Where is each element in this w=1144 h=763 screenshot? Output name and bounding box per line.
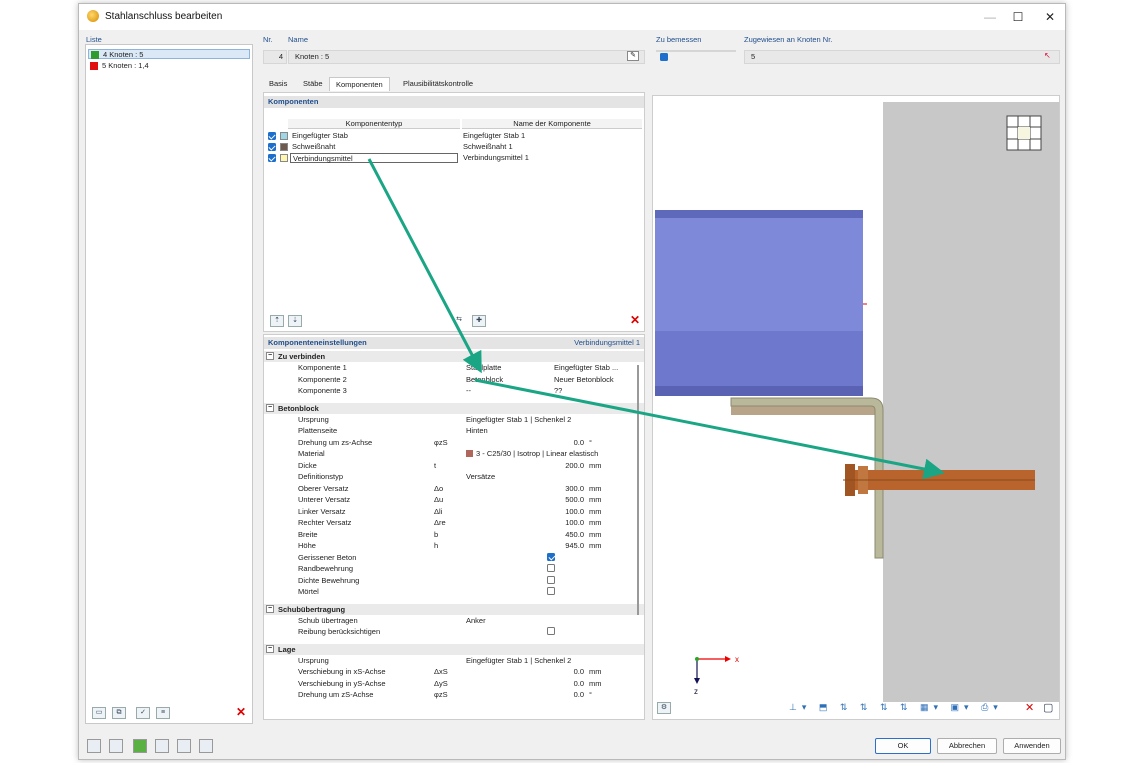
cancel-button[interactable]: Abbrechen [937, 738, 997, 754]
help-icon[interactable] [177, 739, 191, 753]
arrow-to-bolt [474, 378, 945, 480]
color-icon[interactable] [133, 739, 147, 753]
units-icon[interactable] [109, 739, 123, 753]
dialog-window: Stahlanschluss bearbeiten — ☐ ✕ Liste 4 … [78, 3, 1066, 760]
display-icon[interactable] [155, 739, 169, 753]
bottom-bar: OK Abbrechen Anwenden [79, 730, 1065, 759]
search-icon[interactable] [87, 739, 101, 753]
arrow-to-settings [367, 158, 482, 374]
annotation-arrows [367, 158, 945, 480]
formula-icon[interactable] [199, 739, 213, 753]
apply-button[interactable]: Anwenden [1003, 738, 1061, 754]
ok-button[interactable]: OK [875, 738, 931, 754]
